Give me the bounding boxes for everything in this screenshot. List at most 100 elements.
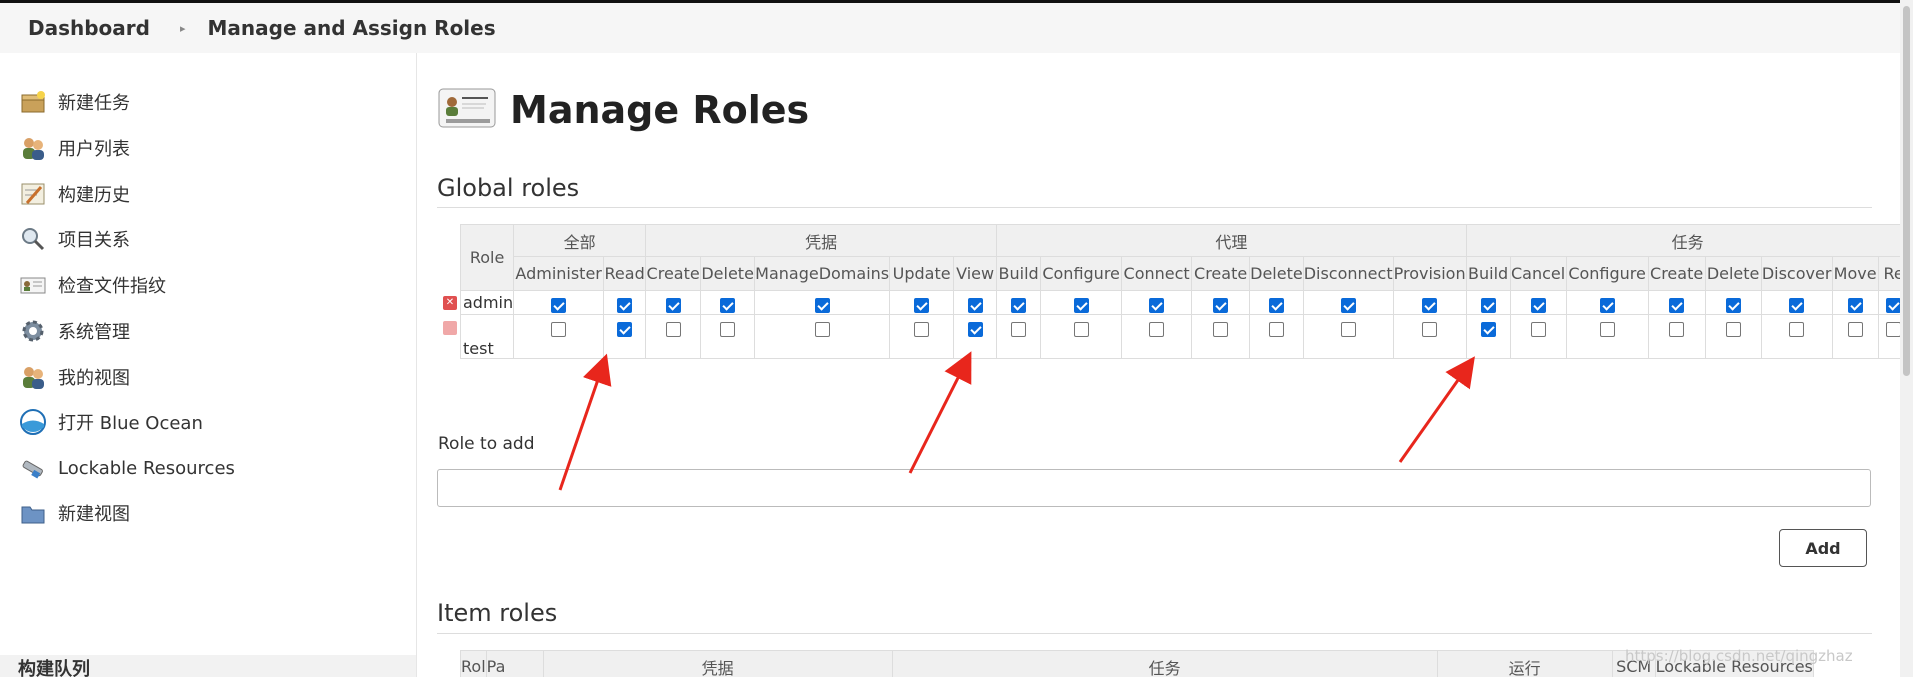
delete-role-icon[interactable]: ✕ <box>443 296 457 310</box>
permission-checkbox[interactable] <box>1886 298 1902 313</box>
permission-cell <box>1565 290 1649 315</box>
permission-checkbox[interactable] <box>1011 322 1027 337</box>
permission-checkbox[interactable] <box>914 298 930 313</box>
permission-checkbox[interactable] <box>1268 322 1284 337</box>
permission-checkbox[interactable] <box>1480 322 1496 337</box>
sidebar-item-label: 新建任务 <box>58 93 130 114</box>
permission-checkbox[interactable] <box>1073 298 1089 313</box>
new-item-icon <box>18 87 48 117</box>
permission-cell <box>1565 314 1649 359</box>
permission-checkbox[interactable] <box>967 298 983 313</box>
permission-cell <box>513 314 605 359</box>
watermark: https://blog.csdn.net/qingzhaz <box>1625 647 1853 665</box>
permission-cell <box>1040 314 1123 359</box>
vertical-scrollbar[interactable] <box>1900 0 1913 677</box>
permission-cell <box>1704 290 1762 315</box>
permission-checkbox[interactable] <box>617 298 633 313</box>
permission-checkbox[interactable] <box>1847 298 1863 313</box>
sidebar-item-my-views[interactable]: 我的视图 <box>18 357 130 397</box>
breadcrumb-current[interactable]: Manage and Assign Roles <box>208 16 496 40</box>
permission-checkbox[interactable] <box>720 322 736 337</box>
blue-ocean-icon <box>18 407 48 437</box>
permission-checkbox[interactable] <box>1422 298 1438 313</box>
lock-resources-icon <box>18 453 48 483</box>
permission-checkbox[interactable] <box>1725 298 1741 313</box>
add-role-button[interactable]: Add <box>1779 529 1867 567</box>
perm-header: Configure <box>1040 256 1123 291</box>
role-to-add-input[interactable] <box>437 469 1871 507</box>
role-name-cell: test <box>443 314 515 359</box>
permission-checkbox[interactable] <box>814 298 830 313</box>
permission-cell <box>1831 314 1879 359</box>
my-views-icon <box>18 362 48 392</box>
permission-checkbox[interactable] <box>814 322 830 337</box>
search-icon <box>18 224 48 254</box>
sidebar-item-blue-ocean[interactable]: 打开 Blue Ocean <box>18 402 203 442</box>
perm-header: Connect <box>1121 256 1193 291</box>
permission-checkbox[interactable] <box>720 298 736 313</box>
permission-checkbox[interactable] <box>551 322 567 337</box>
permission-checkbox[interactable] <box>1669 322 1685 337</box>
permission-checkbox[interactable] <box>1886 322 1902 337</box>
permission-checkbox[interactable] <box>1530 298 1546 313</box>
permission-cell <box>1191 314 1251 359</box>
permission-checkbox[interactable] <box>1149 298 1165 313</box>
permission-checkbox[interactable] <box>665 322 681 337</box>
permission-checkbox[interactable] <box>1669 298 1685 313</box>
group-header: 任务 <box>891 650 1438 677</box>
breadcrumb-dashboard[interactable]: Dashboard <box>0 16 150 40</box>
permission-checkbox[interactable] <box>1480 298 1496 313</box>
item-roles-table: Rol Pa 凭据 任务 运行 SCM Lockable Resources <box>460 650 1814 677</box>
perm-header: Build <box>996 256 1042 291</box>
perm-header: Provision <box>1392 256 1467 291</box>
permission-checkbox[interactable] <box>1422 322 1438 337</box>
permission-checkbox[interactable] <box>914 322 930 337</box>
permission-checkbox[interactable] <box>551 298 567 313</box>
permission-checkbox[interactable] <box>1268 298 1284 313</box>
permission-cell <box>603 290 647 315</box>
permission-checkbox[interactable] <box>1149 322 1165 337</box>
sidebar-item-users[interactable]: 用户列表 <box>18 128 130 168</box>
permission-checkbox[interactable] <box>1847 322 1863 337</box>
page-title: Manage Roles <box>510 88 810 132</box>
permission-cell <box>1760 314 1833 359</box>
sidebar: 新建任务 用户列表 构建历史 项目关系 检查文件指纹 系统管理 我的视图 打开 … <box>0 53 417 677</box>
global-roles-heading: Global roles <box>437 174 580 202</box>
sidebar-item-build-history[interactable]: 构建历史 <box>18 174 130 214</box>
permission-checkbox[interactable] <box>1789 322 1805 337</box>
permission-cell <box>645 314 702 359</box>
permission-checkbox[interactable] <box>1213 322 1229 337</box>
permission-cell <box>1465 290 1511 315</box>
permission-checkbox[interactable] <box>1599 298 1615 313</box>
permission-checkbox[interactable] <box>1599 322 1615 337</box>
sidebar-item-new-view[interactable]: 新建视图 <box>18 493 130 533</box>
permission-checkbox[interactable] <box>1725 322 1741 337</box>
sidebar-item-label: 构建历史 <box>58 185 130 206</box>
sidebar-item-label: 用户列表 <box>58 139 130 160</box>
role-name: test <box>463 339 494 358</box>
permission-checkbox[interactable] <box>617 322 633 337</box>
breadcrumb: Dashboard ▸ Manage and Assign Roles <box>0 3 1900 53</box>
permission-checkbox[interactable] <box>665 298 681 313</box>
permission-checkbox[interactable] <box>1073 322 1089 337</box>
sidebar-item-fingerprint[interactable]: 检查文件指纹 <box>18 265 166 305</box>
group-header: 任务 <box>1465 224 1910 257</box>
sidebar-item-manage[interactable]: 系统管理 <box>18 311 130 351</box>
permission-checkbox[interactable] <box>1011 298 1027 313</box>
sidebar-item-lockable-resources[interactable]: Lockable Resources <box>18 448 235 488</box>
permission-cell <box>996 290 1042 315</box>
permission-checkbox[interactable] <box>967 322 983 337</box>
sidebar-item-new-job[interactable]: 新建任务 <box>18 82 130 122</box>
permission-checkbox[interactable] <box>1340 298 1356 313</box>
permission-cell <box>1040 290 1123 315</box>
permission-cell <box>1647 290 1706 315</box>
permission-checkbox[interactable] <box>1213 298 1229 313</box>
sidebar-item-project-relationship[interactable]: 项目关系 <box>18 219 130 259</box>
perm-header: Delete <box>700 256 756 291</box>
permission-checkbox[interactable] <box>1530 322 1546 337</box>
permission-checkbox[interactable] <box>1789 298 1805 313</box>
delete-role-icon[interactable] <box>443 321 457 335</box>
scrollbar-thumb[interactable] <box>1903 6 1910 376</box>
permission-checkbox[interactable] <box>1340 322 1356 337</box>
permission-cell <box>1392 290 1467 315</box>
